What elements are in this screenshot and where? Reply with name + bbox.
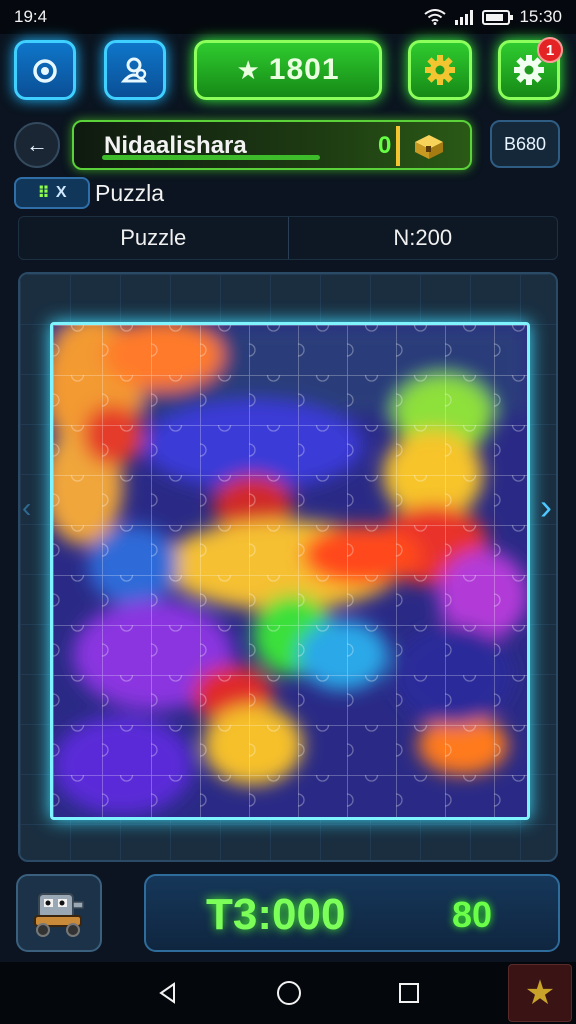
tab-count[interactable]: N:200 xyxy=(287,217,558,259)
progress-underline xyxy=(102,155,320,160)
options-button[interactable]: 1 xyxy=(498,37,563,100)
score-button[interactable]: ★ 1801 xyxy=(194,40,382,100)
notification-badge: 1 xyxy=(537,37,563,63)
robot-character-button[interactable] xyxy=(16,874,102,952)
side-star-thumbnail[interactable]: ★ xyxy=(508,964,572,1022)
code-button[interactable]: B680 xyxy=(490,120,560,168)
player-row: ← Nidaalishara 0 B680 xyxy=(0,120,576,170)
pieces-icon: ⠿ xyxy=(37,185,50,202)
timer-panel: T3:000 80 xyxy=(144,874,560,952)
timer-count: 80 xyxy=(452,894,493,935)
status-time-left: 19:4 xyxy=(14,7,48,26)
system-nav-bar xyxy=(0,962,576,1024)
arrow-left-icon: ← xyxy=(26,132,48,157)
star-icon: ★ xyxy=(236,54,261,85)
tab-bar: Puzzle N:200 xyxy=(18,216,558,260)
back-button[interactable]: ← xyxy=(14,122,60,168)
battery-icon xyxy=(482,9,514,25)
progress-marker xyxy=(396,126,400,166)
chevron-left-icon[interactable]: ‹ xyxy=(22,492,31,524)
top-toolbar: ★ 1801 1 xyxy=(0,37,576,102)
robot-car-icon xyxy=(34,893,84,937)
puzzle-board[interactable] xyxy=(50,322,530,820)
timer-value: T3:000 xyxy=(206,890,346,939)
power-icon xyxy=(33,59,57,83)
treasure-chest-icon xyxy=(415,135,443,159)
nav-recents-icon[interactable] xyxy=(398,982,420,1004)
wifi-icon xyxy=(424,9,447,25)
player-progress-bar: Nidaalishara 0 xyxy=(72,120,472,170)
status-time-right: 15:30 xyxy=(519,7,562,26)
user-search-icon xyxy=(120,57,148,83)
nav-back-icon[interactable] xyxy=(156,981,180,1005)
profile-button[interactable] xyxy=(14,40,76,100)
player-value: 0 xyxy=(378,132,392,159)
score-value: 1801 xyxy=(268,53,340,86)
puzzle-image xyxy=(53,325,527,817)
tab-puzzle[interactable]: Puzzle xyxy=(19,217,288,259)
status-icons: 15:30 xyxy=(424,7,562,27)
search-user-button[interactable] xyxy=(104,40,166,100)
nav-home-icon[interactable] xyxy=(276,980,302,1006)
close-icon: X xyxy=(55,184,67,201)
gear-icon xyxy=(425,55,455,85)
signal-icon xyxy=(455,9,474,25)
puzzle-mode-label: Puzzla xyxy=(95,180,165,206)
settings-button[interactable] xyxy=(408,40,472,100)
puzzle-mode-tag[interactable]: ⠿ X xyxy=(14,177,90,209)
chevron-right-icon[interactable]: › xyxy=(540,486,552,528)
star-icon: ★ xyxy=(524,974,556,1012)
status-bar: 19:4 15:30 xyxy=(0,0,576,34)
